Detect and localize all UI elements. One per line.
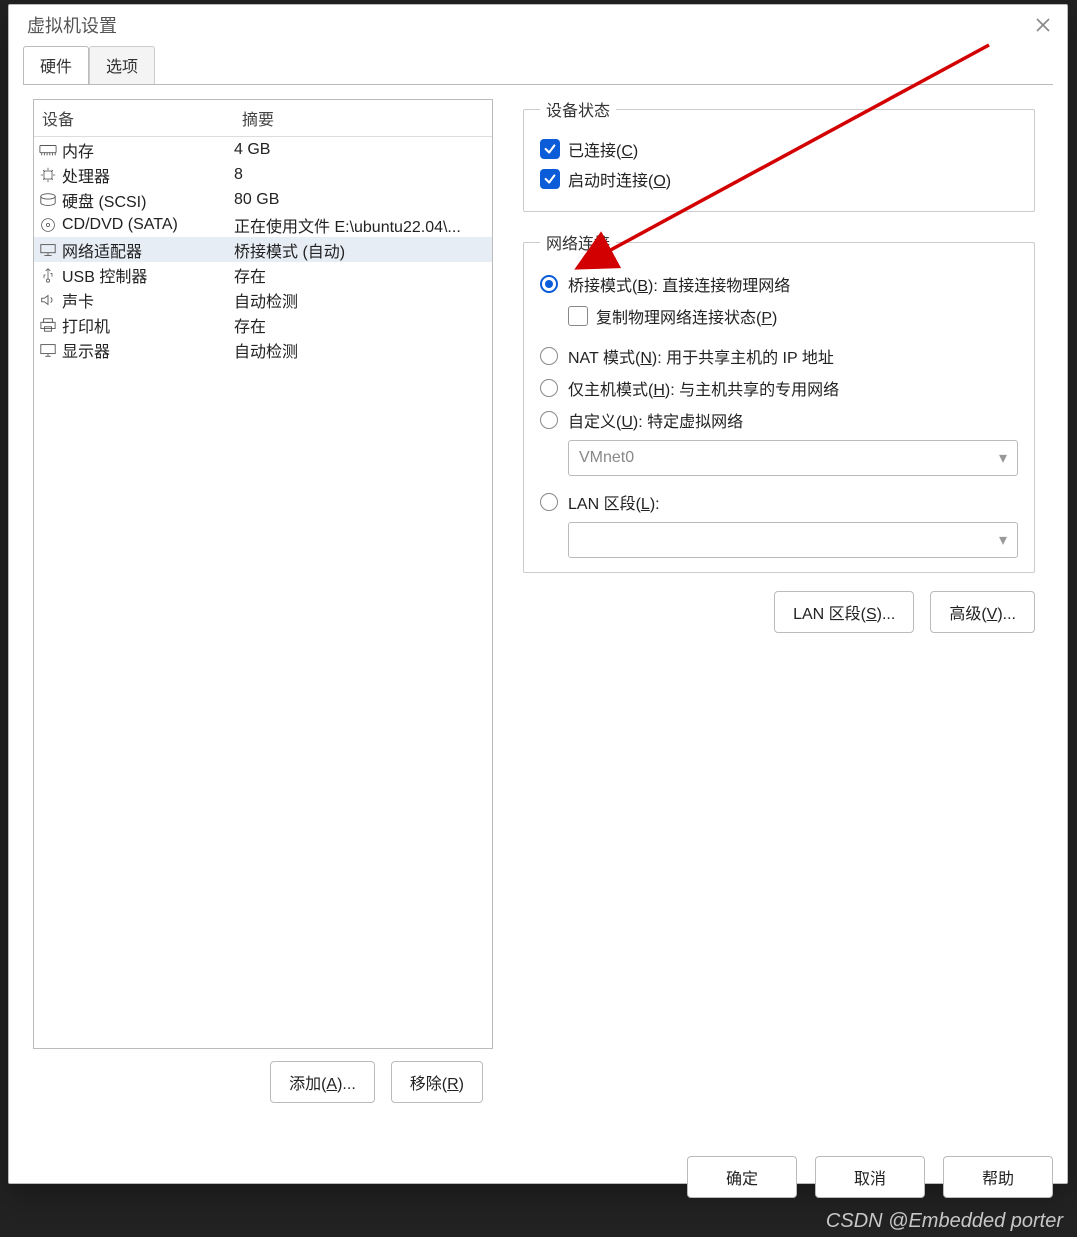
table-row[interactable]: 显示器 自动检测: [34, 337, 492, 362]
device-name: 内存: [62, 138, 94, 162]
device-name: USB 控制器: [62, 263, 147, 287]
add-button[interactable]: 添加(A)...: [270, 1061, 375, 1103]
check-connected-box: [540, 139, 560, 159]
chevron-down-icon: ▾: [999, 448, 1007, 468]
titlebar: 虚拟机设置: [9, 5, 1067, 45]
display-icon: [38, 340, 58, 360]
check-poweron-label: 启动时连接(O): [568, 167, 671, 191]
device-name: CD/DVD (SATA): [62, 216, 178, 234]
group-device-status: 设备状态 已连接(C) 启动时连接(: [523, 97, 1035, 212]
table-row[interactable]: 内存 4 GB: [34, 137, 492, 162]
advanced-button[interactable]: 高级(V)...: [930, 591, 1035, 633]
tab-options-label: 选项: [106, 59, 138, 76]
device-name: 硬盘 (SCSI): [62, 188, 146, 212]
radio-hostonly-row[interactable]: 仅主机模式(H): 与主机共享的专用网络: [540, 376, 1018, 400]
left-bottom-buttons: 添加(A)... 移除(R): [33, 1049, 493, 1103]
device-table-header: 设备 摘要: [34, 100, 492, 137]
radio-lanseg: [540, 493, 558, 511]
device-table: 设备 摘要 内存 4 GB 处理器 8 硬盘 (SCSI) 80 GB CD/DVD (SA…: [33, 99, 493, 1049]
legend-network: 网络连接: [540, 230, 616, 254]
check-replicate-label: 复制物理网络连接状态(P): [596, 304, 777, 328]
right-extra-buttons: LAN 区段(S)... 高级(V)...: [523, 591, 1035, 633]
printer-icon: [38, 315, 58, 335]
dialog-title: 虚拟机设置: [27, 12, 1031, 38]
table-row[interactable]: 硬盘 (SCSI) 80 GB: [34, 187, 492, 212]
dialog-footer-buttons: 确定 取消 帮助: [687, 1156, 1053, 1198]
check-replicate-row[interactable]: 复制物理网络连接状态(P): [568, 304, 1018, 328]
tabstrip: 硬件 选项: [9, 45, 1067, 84]
device-summary: 自动检测: [234, 288, 488, 312]
device-summary: 正在使用文件 E:\ubuntu22.04\...: [234, 213, 488, 237]
table-row[interactable]: 声卡 自动检测: [34, 287, 492, 312]
disk-icon: [38, 190, 58, 210]
device-name: 显示器: [62, 338, 110, 362]
check-poweron-row[interactable]: 启动时连接(O): [540, 167, 1018, 191]
lan-segments-button[interactable]: LAN 区段(S)...: [774, 591, 914, 633]
check-connected-row[interactable]: 已连接(C): [540, 137, 1018, 161]
help-button[interactable]: 帮助: [943, 1156, 1053, 1198]
tab-options[interactable]: 选项: [89, 46, 155, 85]
memory-icon: [38, 140, 58, 160]
tab-hardware-label: 硬件: [40, 59, 72, 76]
col-device: 设备: [34, 100, 234, 136]
panel: 设备 摘要 内存 4 GB 处理器 8 硬盘 (SCSI) 80 GB CD/DVD (SA…: [23, 84, 1053, 1130]
custom-vmnet-value: VMnet0: [579, 449, 634, 467]
radio-nat-row[interactable]: NAT 模式(N): 用于共享主机的 IP 地址: [540, 344, 1018, 368]
sound-icon: [38, 290, 58, 310]
check-replicate-box: [568, 306, 588, 326]
legend-device-status: 设备状态: [540, 97, 616, 121]
device-summary: 存在: [234, 263, 488, 287]
device-name: 声卡: [62, 288, 94, 312]
radio-bridged-label: 桥接模式(B): 直接连接物理网络: [568, 272, 790, 296]
radio-nat: [540, 347, 558, 365]
ok-button[interactable]: 确定: [687, 1156, 797, 1198]
radio-custom-row[interactable]: 自定义(U): 特定虚拟网络: [540, 408, 1018, 432]
device-summary: 4 GB: [234, 141, 488, 159]
custom-vmnet-select[interactable]: VMnet0 ▾: [568, 440, 1018, 476]
device-summary: 8: [234, 166, 488, 184]
remove-button[interactable]: 移除(R): [391, 1061, 483, 1103]
device-summary: 80 GB: [234, 191, 488, 209]
table-row[interactable]: 网络适配器 桥接模式 (自动): [34, 237, 492, 262]
device-summary: 桥接模式 (自动): [234, 238, 488, 262]
check-poweron-box: [540, 169, 560, 189]
chevron-down-icon: ▾: [999, 530, 1007, 550]
device-summary: 自动检测: [234, 338, 488, 362]
radio-nat-label: NAT 模式(N): 用于共享主机的 IP 地址: [568, 344, 834, 368]
table-row[interactable]: 打印机 存在: [34, 312, 492, 337]
radio-custom: [540, 411, 558, 429]
lanseg-select[interactable]: ▾: [568, 522, 1018, 558]
usb-icon: [38, 265, 58, 285]
device-name: 打印机: [62, 313, 110, 337]
col-summary: 摘要: [234, 100, 492, 136]
tab-hardware[interactable]: 硬件: [23, 46, 89, 85]
group-network-connection: 网络连接 桥接模式(B): 直接连接物理网络 复制物理网络连接状态(P): [523, 230, 1035, 573]
hardware-list-column: 设备 摘要 内存 4 GB 处理器 8 硬盘 (SCSI) 80 GB CD/DVD (SA…: [23, 85, 503, 1045]
check-connected-label: 已连接(C): [568, 137, 638, 161]
vm-settings-dialog: 虚拟机设置 硬件 选项 设备 摘要 内存 4 GB 处理器 8 硬盘 (SCSI) 80 …: [8, 4, 1068, 1184]
device-name: 处理器: [62, 163, 110, 187]
table-row[interactable]: CD/DVD (SATA) 正在使用文件 E:\ubuntu22.04\...: [34, 212, 492, 237]
device-summary: 存在: [234, 313, 488, 337]
radio-lanseg-label: LAN 区段(L)::: [568, 490, 660, 514]
radio-bridged-row[interactable]: 桥接模式(B): 直接连接物理网络: [540, 272, 1018, 296]
device-table-body: 内存 4 GB 处理器 8 硬盘 (SCSI) 80 GB CD/DVD (SATA) 正在使…: [34, 137, 492, 362]
radio-bridged: [540, 275, 558, 293]
table-row[interactable]: 处理器 8: [34, 162, 492, 187]
cpu-icon: [38, 165, 58, 185]
table-row[interactable]: USB 控制器 存在: [34, 262, 492, 287]
radio-lanseg-row[interactable]: LAN 区段(L)::: [540, 490, 1018, 514]
device-name: 网络适配器: [62, 238, 142, 262]
watermark: CSDN @Embedded porter: [826, 1210, 1063, 1233]
cd-icon: [38, 215, 58, 235]
close-icon[interactable]: [1031, 13, 1055, 37]
radio-hostonly: [540, 379, 558, 397]
radio-hostonly-label: 仅主机模式(H): 与主机共享的专用网络: [568, 376, 839, 400]
radio-custom-label: 自定义(U): 特定虚拟网络: [568, 408, 743, 432]
device-detail-column: 设备状态 已连接(C) 启动时连接(: [503, 85, 1053, 1045]
network-icon: [38, 240, 58, 260]
cancel-button[interactable]: 取消: [815, 1156, 925, 1198]
